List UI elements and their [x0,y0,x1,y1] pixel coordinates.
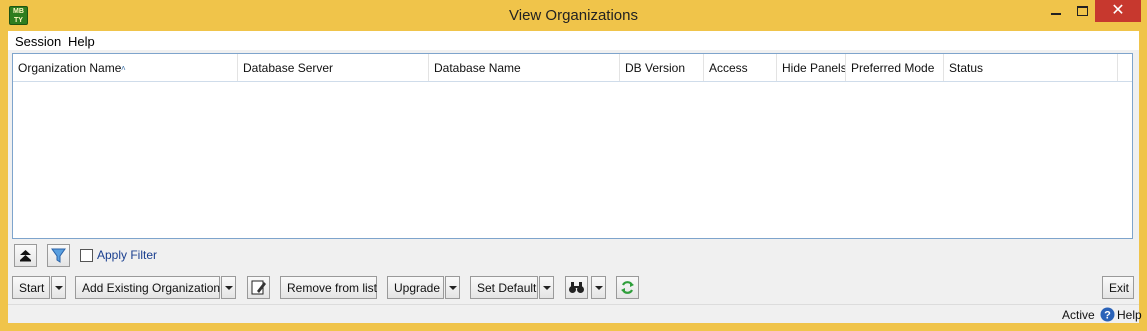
refresh-button[interactable] [616,276,639,299]
menu-help[interactable]: Help [68,34,95,49]
start-button[interactable]: Start [12,276,50,299]
column-database-name[interactable]: Database Name [429,54,620,81]
apply-filter-checkbox[interactable] [80,249,93,262]
column-status[interactable]: Status [944,54,1118,81]
grid-header: Organization Name ˄ Database Server Datab… [13,54,1132,82]
upgrade-dropdown[interactable] [445,276,460,299]
filter-button[interactable] [47,244,70,267]
column-access[interactable]: Access [704,54,777,81]
apply-filter-label[interactable]: Apply Filter [97,248,157,262]
maximize-button[interactable] [1069,0,1095,22]
start-dropdown[interactable] [51,276,66,299]
client-area: Session Help Organization Name ˄ Database… [8,31,1142,324]
menu-bar: Session Help [8,31,1139,50]
find-dropdown[interactable] [591,276,606,299]
filter-funnel-icon [51,248,66,263]
status-help-link[interactable]: Help [1117,308,1142,322]
add-existing-dropdown[interactable] [221,276,236,299]
svg-text:?: ? [1104,310,1111,322]
column-preferred-mode[interactable]: Preferred Mode [846,54,944,81]
remove-from-list-button[interactable]: Remove from list [280,276,377,299]
chevron-down-icon [225,286,233,290]
title-bar[interactable]: MB TY View Organizations ✕ [0,0,1147,32]
collapse-button[interactable] [14,244,37,267]
status-state: Active [1062,308,1095,322]
exit-button[interactable]: Exit [1102,276,1134,299]
status-bar: Active ? Help [8,304,1142,324]
edit-document-icon [251,280,266,295]
organizations-grid[interactable]: Organization Name ˄ Database Server Datab… [12,53,1133,239]
chevron-down-icon [595,286,603,290]
help-circle-icon[interactable]: ? [1100,307,1115,322]
menu-session[interactable]: Session [15,34,61,49]
window: MB TY View Organizations ✕ Session Help O… [0,0,1147,331]
binoculars-icon [569,282,584,293]
maximize-icon [1077,6,1088,16]
upgrade-button[interactable]: Upgrade [387,276,444,299]
chevron-down-icon [449,286,457,290]
action-toolbar: Start Add Existing Organization Remove f… [8,274,1139,300]
find-button[interactable] [565,276,588,299]
refresh-icon [621,281,634,294]
sort-ascending-icon: ˄ [121,64,126,73]
column-organization-name[interactable]: Organization Name ˄ [13,54,238,81]
filter-toolbar: Apply Filter [8,241,1139,269]
close-button[interactable]: ✕ [1095,0,1141,22]
column-hide-panels[interactable]: Hide Panels [777,54,846,81]
set-default-dropdown[interactable] [539,276,554,299]
minimize-icon [1051,13,1061,15]
add-existing-organization-button[interactable]: Add Existing Organization [75,276,220,299]
column-db-version[interactable]: DB Version [620,54,704,81]
set-default-button[interactable]: Set Default [470,276,538,299]
close-icon: ✕ [1111,2,1125,19]
chevron-down-icon [55,286,63,290]
collapse-up-icon [20,250,31,262]
column-database-server[interactable]: Database Server [238,54,429,81]
column-label: Organization Name [18,61,122,75]
edit-button[interactable] [247,276,270,299]
minimize-button[interactable] [1043,0,1069,22]
chevron-down-icon [543,286,551,290]
window-title: View Organizations [509,7,638,24]
